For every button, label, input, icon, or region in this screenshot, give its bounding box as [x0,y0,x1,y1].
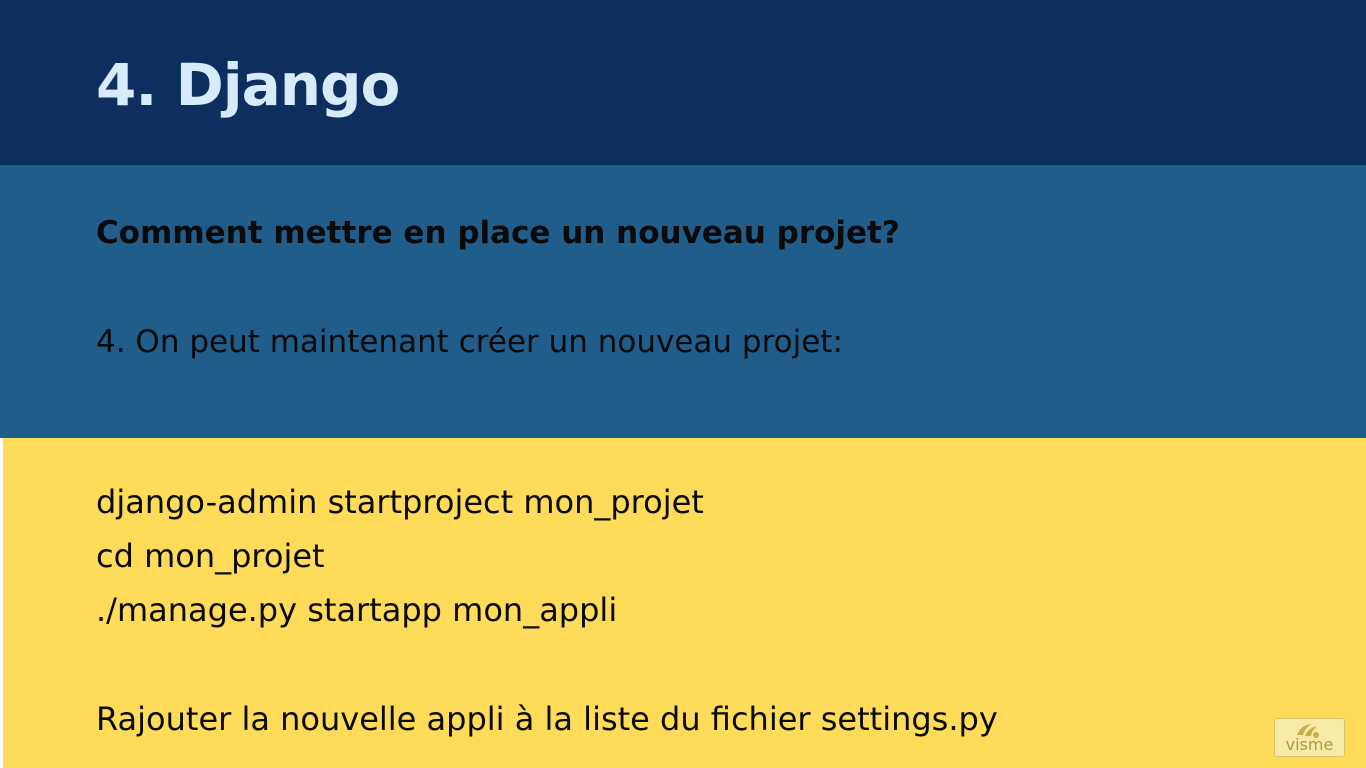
question-text: Comment mettre en place un nouveau proje… [96,215,900,251]
visme-badge-label: visme [1285,735,1334,754]
commands-section: django-admin startproject mon_projet cd … [0,438,1366,768]
visme-badge[interactable]: visme [1274,718,1345,757]
slide-header: 4. Django [0,0,1366,165]
left-edge-strip [0,438,3,768]
command-line-cd: cd mon_projet [96,537,325,575]
slide: 4. Django Comment mettre en place un nou… [0,0,1366,768]
settings-note: Rajouter la nouvelle appli à la liste du… [96,700,998,738]
command-line-startproject: django-admin startproject mon_projet [96,483,704,521]
command-line-startapp: ./manage.py startapp mon_appli [96,591,618,629]
slide-title: 4. Django [96,51,400,119]
intro-section: Comment mettre en place un nouveau proje… [0,165,1366,438]
step-text: 4. On peut maintenant créer un nouveau p… [96,324,843,360]
